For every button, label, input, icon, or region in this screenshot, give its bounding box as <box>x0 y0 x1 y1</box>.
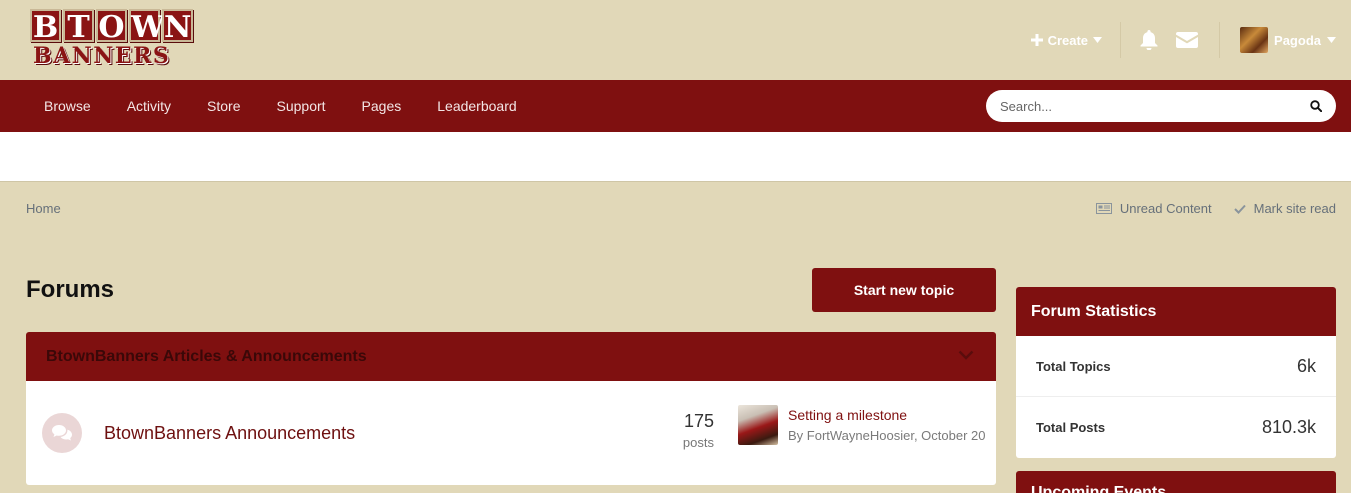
stat-value: 6k <box>1296 355 1316 376</box>
notifications-button[interactable] <box>1131 22 1167 58</box>
logo-letters: B T O W N <box>30 9 200 45</box>
user-bar: Create Pagoda <box>1030 0 1351 80</box>
comments-icon <box>52 425 72 441</box>
forum-title-link[interactable]: BtownBanners Announcements <box>104 423 355 444</box>
newspaper-icon <box>1095 203 1112 214</box>
logo-letter: N <box>162 9 193 45</box>
ad-band <box>0 132 1351 182</box>
category-header: BtownBanners Articles & Announcements <box>26 332 996 381</box>
stat-label: Total Topics <box>1036 358 1111 374</box>
widget-title: Forum Statistics <box>1016 287 1336 336</box>
forum-row: BtownBanners Announcements 175 posts Set… <box>26 381 996 485</box>
check-icon <box>1233 204 1246 214</box>
messages-button[interactable] <box>1169 22 1205 58</box>
username: Pagoda <box>1274 32 1321 48</box>
search-box <box>986 90 1336 122</box>
forum-post-count: 175 posts <box>666 411 714 450</box>
nav-item-activity[interactable]: Activity <box>109 98 189 114</box>
search-input[interactable] <box>1000 98 1310 114</box>
stat-row: Total Topics 6k <box>1016 336 1336 397</box>
site-logo[interactable]: B T O W N BANNERS <box>30 9 200 71</box>
logo-letter: T <box>63 9 94 44</box>
create-label: Create <box>1047 32 1089 48</box>
caret-down-icon <box>1327 37 1336 43</box>
stat-row: Total Posts 810.3k <box>1016 397 1336 458</box>
stat-label: Total Posts <box>1036 420 1106 435</box>
unread-content-link[interactable]: Unread Content <box>1095 201 1212 216</box>
category-title[interactable]: BtownBanners Articles & Announcements <box>46 348 367 366</box>
forum-statistics-widget: Forum Statistics Total Topics 6k Total P… <box>1016 287 1336 458</box>
plus-icon <box>1030 34 1043 46</box>
upcoming-events-widget: Upcoming Events <box>1016 471 1336 493</box>
last-poster-avatar[interactable] <box>738 405 778 445</box>
logo-letter: O <box>96 9 127 44</box>
avatar <box>1240 27 1269 53</box>
bell-icon <box>1140 30 1158 50</box>
logo-letter: W <box>129 9 165 45</box>
last-post-link[interactable]: Setting a milestone <box>788 407 907 423</box>
breadcrumb[interactable]: Home <box>26 201 61 216</box>
create-button[interactable]: Create <box>1030 32 1103 48</box>
start-new-topic-button[interactable]: Start new topic <box>812 268 996 312</box>
post-count-label: posts <box>682 435 714 450</box>
logo-letter: B <box>30 9 61 44</box>
chevron-down-icon[interactable] <box>958 350 974 360</box>
nav-item-pages[interactable]: Pages <box>344 98 420 114</box>
site-header: B T O W N BANNERS Create Pagoda <box>0 0 1351 80</box>
nav-items: Browse Activity Store Support Pages Lead… <box>26 80 535 132</box>
unread-content-label: Unread Content <box>1119 201 1212 216</box>
last-post-meta: By FortWayneHoosier, October 20 <box>788 428 986 443</box>
mark-site-read-link[interactable]: Mark site read <box>1233 201 1336 216</box>
logo-subtitle: BANNERS <box>33 43 171 69</box>
nav-item-browse[interactable]: Browse <box>26 98 109 114</box>
post-count-value: 175 <box>683 411 714 431</box>
caret-down-icon <box>1093 37 1103 43</box>
header-divider <box>1219 22 1221 58</box>
forum-status-icon <box>42 413 82 453</box>
nav-item-leaderboard[interactable]: Leaderboard <box>419 98 534 114</box>
stat-value: 810.3k <box>1261 417 1316 437</box>
envelope-icon <box>1176 32 1199 48</box>
header-divider <box>1120 22 1122 58</box>
page-title: Forums <box>26 276 115 303</box>
user-menu[interactable]: Pagoda <box>1240 27 1336 53</box>
nav-item-support[interactable]: Support <box>259 98 344 114</box>
search-icon[interactable] <box>1310 100 1322 112</box>
nav-item-store[interactable]: Store <box>189 98 258 114</box>
mark-site-read-label: Mark site read <box>1253 201 1336 216</box>
breadcrumb-actions: Unread Content Mark site read <box>1082 201 1336 216</box>
